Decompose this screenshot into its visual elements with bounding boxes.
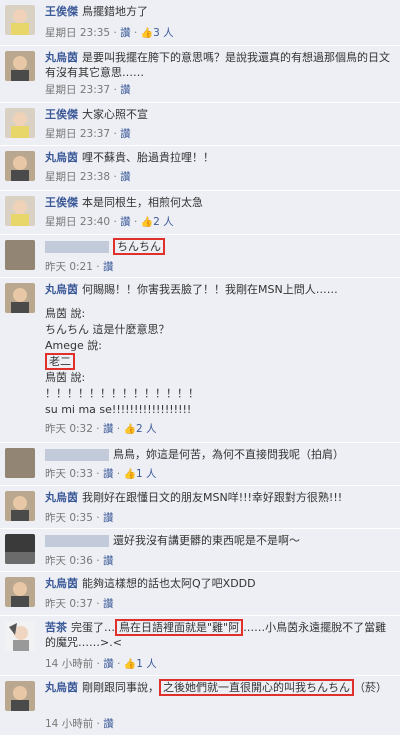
comment-time[interactable]: 星期日 23:40 (45, 216, 110, 228)
like-link[interactable]: 讚 (120, 27, 131, 39)
comment: 王俟傑 大家心照不宣 星期日 23:37 · 讚 (0, 103, 400, 146)
comment-text: 鳥鳥，妳這是何苦，為何不直接問我呢（拍肩） (113, 448, 344, 461)
like-link[interactable]: 讚 (103, 658, 114, 670)
like-thumb-icon: 👍 (140, 217, 154, 228)
comment-text: 哩不蘇貴、胎過貴拉哩！！ (82, 151, 214, 164)
comment-text: 何賜賜！！你害我丟臉了！！我剛在MSN上問人…… (82, 283, 338, 296)
like-link[interactable]: 讚 (120, 84, 131, 96)
avatar[interactable] (5, 51, 35, 81)
comment-author[interactable]: 苦茶 (45, 621, 67, 634)
like-link[interactable]: 讚 (120, 171, 131, 183)
comment: 丸烏茵 能夠這樣想的話也太阿Q了吧XDDD 昨天 0:37 · 讚 (0, 572, 400, 616)
comment-time[interactable]: 星期日 23:38 (45, 171, 110, 183)
comment: ちんちん 昨天 0:21 · 讚 (0, 235, 400, 278)
blurred-author (45, 535, 109, 547)
chat-line: su mi ma se!!!!!!!!!!!!!!!!!! (45, 403, 192, 416)
comment-author[interactable]: 王俟傑 (45, 5, 78, 18)
comment: 王俟傑 本是同根生，相煎何太急 星期日 23:40 · 讚 · 👍2 人 (0, 191, 400, 235)
comment-author[interactable]: 丸烏茵 (45, 681, 78, 694)
like-thumb-icon: 👍 (123, 424, 136, 435)
like-thumb-icon: 👍 (140, 28, 154, 39)
comment-time[interactable]: 昨天 0:36 (45, 555, 93, 567)
like-link[interactable]: 讚 (103, 598, 114, 610)
like-link[interactable]: 讚 (120, 128, 131, 140)
comment-author[interactable]: 丸烏茵 (45, 51, 78, 64)
comment-time[interactable]: 14 小時前 (45, 658, 93, 670)
comment-time[interactable]: 14 小時前 (45, 718, 93, 730)
comment-time[interactable]: 星期日 23:35 (45, 27, 110, 39)
like-link[interactable]: 讚 (120, 216, 131, 228)
comment-text: 能夠這樣想的話也太阿Q了吧XDDD (82, 577, 256, 590)
chat-line: Amege 說: (45, 339, 102, 352)
comment: 鳥鳥，妳這是何苦，為何不直接問我呢（拍肩） 昨天 0:33 · 讚 · 👍1 人 (0, 443, 400, 486)
comment-time[interactable]: 昨天 0:21 (45, 261, 93, 273)
comment: 還好我沒有講更髒的東西呢是不是啊～ 昨天 0:36 · 讚 (0, 529, 400, 572)
like-link[interactable]: 讚 (103, 718, 114, 730)
comment-time[interactable]: 星期日 23:37 (45, 84, 110, 96)
comment-author[interactable]: 丸烏茵 (45, 283, 78, 296)
avatar[interactable] (5, 108, 35, 138)
comment-author[interactable]: 王俟傑 (45, 108, 78, 121)
like-count[interactable]: 2 人 (136, 423, 157, 435)
highlighted-text: 老二 (45, 353, 75, 370)
avatar[interactable] (5, 681, 35, 711)
comment: 丸烏茵 哩不蘇貴、胎過貴拉哩！！ 星期日 23:38 · 讚 (0, 146, 400, 191)
comment-author[interactable]: 王俟傑 (45, 196, 78, 209)
highlighted-text: 之後她們就一直很開心的叫我ちんちん (159, 679, 354, 696)
like-link[interactable]: 讚 (103, 468, 114, 480)
highlighted-text: ちんちん (113, 238, 165, 255)
comment-author[interactable]: 丸烏茵 (45, 577, 78, 590)
avatar[interactable] (5, 240, 35, 270)
comment-time[interactable]: 昨天 0:37 (45, 598, 93, 610)
like-link[interactable]: 讚 (103, 423, 114, 435)
comment: 王俟傑 鳥擺錯地方了 星期日 23:35 · 讚 · 👍3 人 (0, 0, 400, 46)
comment-text: 還好我沒有講更髒的東西呢是不是啊～ (113, 534, 300, 547)
comment-text: 本是同根生，相煎何太急 (82, 196, 203, 209)
like-count[interactable]: 3 人 (153, 27, 174, 39)
comment-author[interactable]: 丸烏茵 (45, 151, 78, 164)
avatar[interactable] (5, 196, 35, 226)
comment-text: 大家心照不宣 (82, 108, 148, 121)
chat-line: ちんちん 這是什麼意思？ (45, 323, 170, 336)
comment: 丸烏茵 何賜賜！！你害我丟臉了！！我剛在MSN上問人…… 鳥茵 說: ちんちん 這… (0, 278, 400, 443)
comment: 丸烏茵 我剛好在跟懂日文的朋友MSN咩!!!幸好跟對方很熟!!! 昨天 0:35 … (0, 486, 400, 529)
comment-text: 是要叫我擺在胯下的意思嗎？是說我還真的有想過那個鳥的日文有沒有其它意思…… (45, 51, 390, 79)
comment-feed: 王俟傑 鳥擺錯地方了 星期日 23:35 · 讚 · 👍3 人 丸烏茵 是要叫我擺在… (0, 0, 400, 736)
chat-line: ！！！！！！！！！！！！！！ (45, 387, 199, 400)
like-count[interactable]: 1 人 (136, 658, 157, 670)
comment: 丸烏茵 是要叫我擺在胯下的意思嗎？是說我還真的有想過那個鳥的日文有沒有其它意思……… (0, 46, 400, 103)
comment-time[interactable]: 星期日 23:37 (45, 128, 110, 140)
like-link[interactable]: 讚 (103, 512, 114, 524)
like-thumb-icon: 👍 (123, 469, 136, 480)
avatar[interactable] (5, 151, 35, 181)
blurred-author (45, 449, 109, 461)
comment: 苦茶 完蛋了… 鳥在日語裡面就是"雞"阿 ……小鳥茵永遠擺脫不了當雞的魔咒……>.< … (0, 616, 400, 676)
comment-text: 我剛好在跟懂日文的朋友MSN咩!!!幸好跟對方很熟!!! (82, 491, 343, 504)
highlighted-text: 鳥在日語裡面就是"雞"阿 (115, 619, 244, 636)
like-count[interactable]: 2 人 (153, 216, 174, 228)
avatar[interactable] (5, 283, 35, 313)
avatar[interactable] (5, 621, 35, 651)
chat-line: 鳥茵 說: (45, 307, 86, 320)
blurred-author (45, 241, 109, 253)
like-count[interactable]: 1 人 (136, 468, 157, 480)
avatar[interactable] (5, 534, 35, 564)
avatar[interactable] (5, 448, 35, 478)
avatar[interactable] (5, 5, 35, 35)
chat-line: 鳥茵 說: (45, 371, 86, 384)
comment-time[interactable]: 昨天 0:32 (45, 423, 93, 435)
like-link[interactable]: 讚 (103, 261, 114, 273)
comment-time[interactable]: 昨天 0:35 (45, 512, 93, 524)
like-thumb-icon: 👍 (123, 659, 137, 670)
comment-author[interactable]: 丸烏茵 (45, 491, 78, 504)
like-link[interactable]: 讚 (103, 555, 114, 567)
avatar[interactable] (5, 491, 35, 521)
avatar[interactable] (5, 577, 35, 607)
comment-time[interactable]: 昨天 0:33 (45, 468, 93, 480)
comment: 丸烏茵 剛剛跟同事說， 之後她們就一直很開心的叫我ちんちん （菸） 14 小時前 · … (0, 676, 400, 736)
comment-text: 鳥擺錯地方了 (82, 5, 148, 18)
